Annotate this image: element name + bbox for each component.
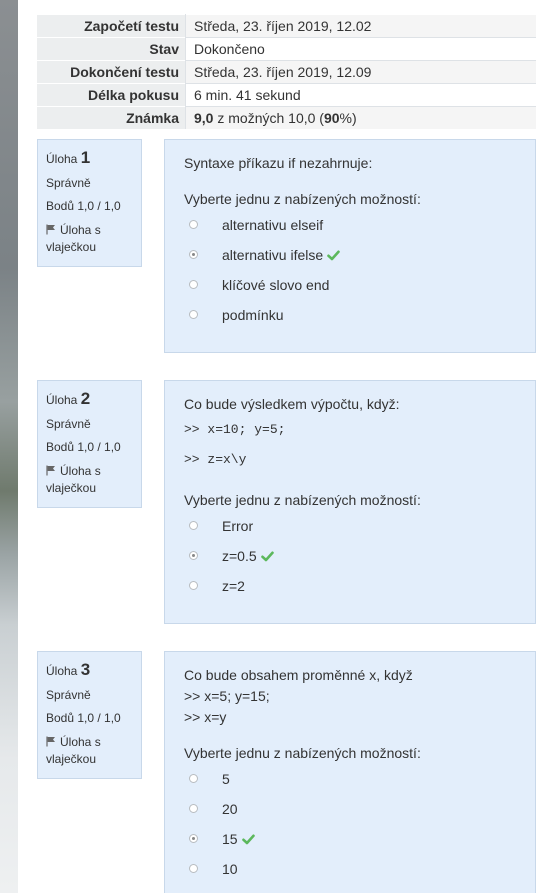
code-line: >> x=y — [184, 709, 227, 725]
check-icon — [241, 834, 255, 845]
answer-option-selected[interactable]: z=0.5 — [184, 541, 535, 571]
option-label: Error — [222, 518, 254, 534]
summary-label: Stav — [37, 37, 186, 61]
question-text: Co bude výsledkem výpočtu, když: — [184, 396, 400, 412]
summary-label: Započetí testu — [37, 14, 186, 38]
question-label: Úloha — [46, 393, 78, 407]
question-info-1: Úloha 1 Správně Bodů 1,0 / 1,0 Úloha s v… — [37, 139, 142, 267]
question-label: Úloha — [46, 664, 78, 678]
summary-row-completed: Dokončení testu Středa, 23. říjen 2019, … — [37, 60, 536, 84]
radio-button-checked[interactable] — [189, 250, 198, 259]
grade-middle: z možných 10,0 ( — [213, 110, 324, 126]
flag-icon — [46, 465, 55, 476]
question-text: Co bude obsahem proměnné x, když — [184, 667, 413, 683]
question-label: Úloha — [46, 152, 78, 166]
summary-row-started: Započetí testu Středa, 23. říjen 2019, 1… — [37, 14, 536, 38]
answer-option[interactable]: klíčové slovo end — [184, 270, 535, 300]
summary-value: 6 min. 41 sekund — [185, 83, 536, 107]
summary-value: Středa, 23. říjen 2019, 12.02 — [185, 14, 536, 38]
summary-label: Známka — [37, 106, 186, 129]
radio-button[interactable] — [189, 521, 198, 530]
quiz-review-content: Započetí testu Středa, 23. říjen 2019, 1… — [18, 0, 536, 893]
option-label: alternativu ifelse — [222, 247, 324, 263]
grade-percent: 90 — [323, 110, 340, 126]
check-icon — [327, 250, 340, 261]
question-content-3: Co bude obsahem proměnné x, když >> x=5;… — [164, 651, 536, 893]
answer-prompt: Vyberte jednu z nabízených možností: — [184, 492, 421, 508]
flag-question-toggle[interactable]: Úloha s vlaječkou — [46, 222, 141, 256]
question-number: 3 — [80, 660, 91, 679]
question-grade: Bodů 1,0 / 1,0 — [46, 440, 121, 454]
option-label: z=0.5 — [222, 548, 257, 564]
summary-row-duration: Délka pokusu 6 min. 41 sekund — [37, 83, 536, 107]
summary-value: Dokončeno — [185, 37, 536, 61]
flag-icon — [46, 736, 55, 747]
radio-button[interactable] — [189, 774, 198, 783]
question-info-2: Úloha 2 Správně Bodů 1,0 / 1,0 Úloha s v… — [37, 380, 142, 508]
radio-button-checked[interactable] — [189, 551, 198, 560]
answer-option[interactable]: 20 — [184, 794, 535, 824]
question-content-2: Co bude výsledkem výpočtu, když: >> x=10… — [164, 380, 536, 624]
question-text: Syntaxe příkazu if nezahrnuje: — [184, 155, 373, 171]
option-label: 20 — [222, 801, 238, 817]
radio-button-checked[interactable] — [189, 834, 198, 843]
radio-button[interactable] — [189, 581, 198, 590]
summary-row-grade: Známka 9,0 z možných 10,0 (90%) — [37, 106, 536, 129]
question-code: >> x=5; y=15; >> x=y — [184, 686, 535, 728]
radio-button[interactable] — [189, 804, 198, 813]
option-label: 15 — [222, 831, 238, 847]
check-icon — [260, 551, 274, 562]
summary-row-state: Stav Dokončeno — [37, 37, 536, 61]
question-content-1: Syntaxe příkazu if nezahrnuje: Vyberte j… — [164, 139, 536, 353]
question-number: 1 — [80, 148, 91, 167]
radio-button[interactable] — [189, 310, 198, 319]
answer-option-selected[interactable]: alternativu ifelse — [184, 240, 535, 270]
question-grade: Bodů 1,0 / 1,0 — [46, 711, 121, 725]
summary-label: Dokončení testu — [37, 60, 186, 84]
radio-button[interactable] — [189, 280, 198, 289]
background-image — [0, 0, 18, 893]
answer-prompt: Vyberte jednu z nabízených možností: — [184, 745, 421, 761]
option-label: 10 — [222, 861, 238, 877]
code-line: >> x=10; y=5; — [184, 422, 286, 437]
answer-option[interactable]: 10 — [184, 854, 535, 884]
summary-label: Délka pokusu — [37, 83, 186, 107]
question-number: 2 — [80, 389, 91, 408]
answer-option-selected[interactable]: 15 — [184, 824, 535, 854]
question-state: Správně — [46, 176, 91, 190]
code-line: >> x=5; y=15; — [184, 688, 270, 704]
option-label: podmínku — [222, 307, 284, 323]
grade-number: 9,0 — [194, 110, 214, 126]
radio-button[interactable] — [189, 220, 198, 229]
option-label: klíčové slovo end — [222, 277, 330, 293]
question-grade: Bodů 1,0 / 1,0 — [46, 199, 121, 213]
answer-option[interactable]: z=2 — [184, 571, 535, 601]
grade-end: %) — [339, 110, 357, 126]
flag-question-toggle[interactable]: Úloha s vlaječkou — [46, 463, 141, 497]
radio-button[interactable] — [189, 864, 198, 873]
grade-value: 9,0 z možných 10,0 (90%) — [185, 106, 536, 129]
option-label: z=2 — [222, 578, 245, 594]
option-label: 5 — [222, 771, 230, 787]
answer-option[interactable]: 5 — [184, 764, 535, 794]
option-label: alternativu elseif — [222, 217, 324, 233]
flag-question-toggle[interactable]: Úloha s vlaječkou — [46, 734, 141, 768]
answer-option[interactable]: alternativu elseif — [184, 210, 535, 240]
question-state: Správně — [46, 688, 91, 702]
answer-option[interactable]: podmínku — [184, 300, 535, 330]
summary-value: Středa, 23. říjen 2019, 12.09 — [185, 60, 536, 84]
code-line: >> z=x\y — [184, 452, 247, 467]
flag-icon — [46, 224, 55, 235]
attempt-summary-table: Započetí testu Středa, 23. říjen 2019, 1… — [37, 14, 536, 129]
answer-prompt: Vyberte jednu z nabízených možností: — [184, 191, 421, 207]
question-state: Správně — [46, 417, 91, 431]
question-info-3: Úloha 3 Správně Bodů 1,0 / 1,0 Úloha s v… — [37, 651, 142, 779]
answer-option[interactable]: Error — [184, 511, 535, 541]
